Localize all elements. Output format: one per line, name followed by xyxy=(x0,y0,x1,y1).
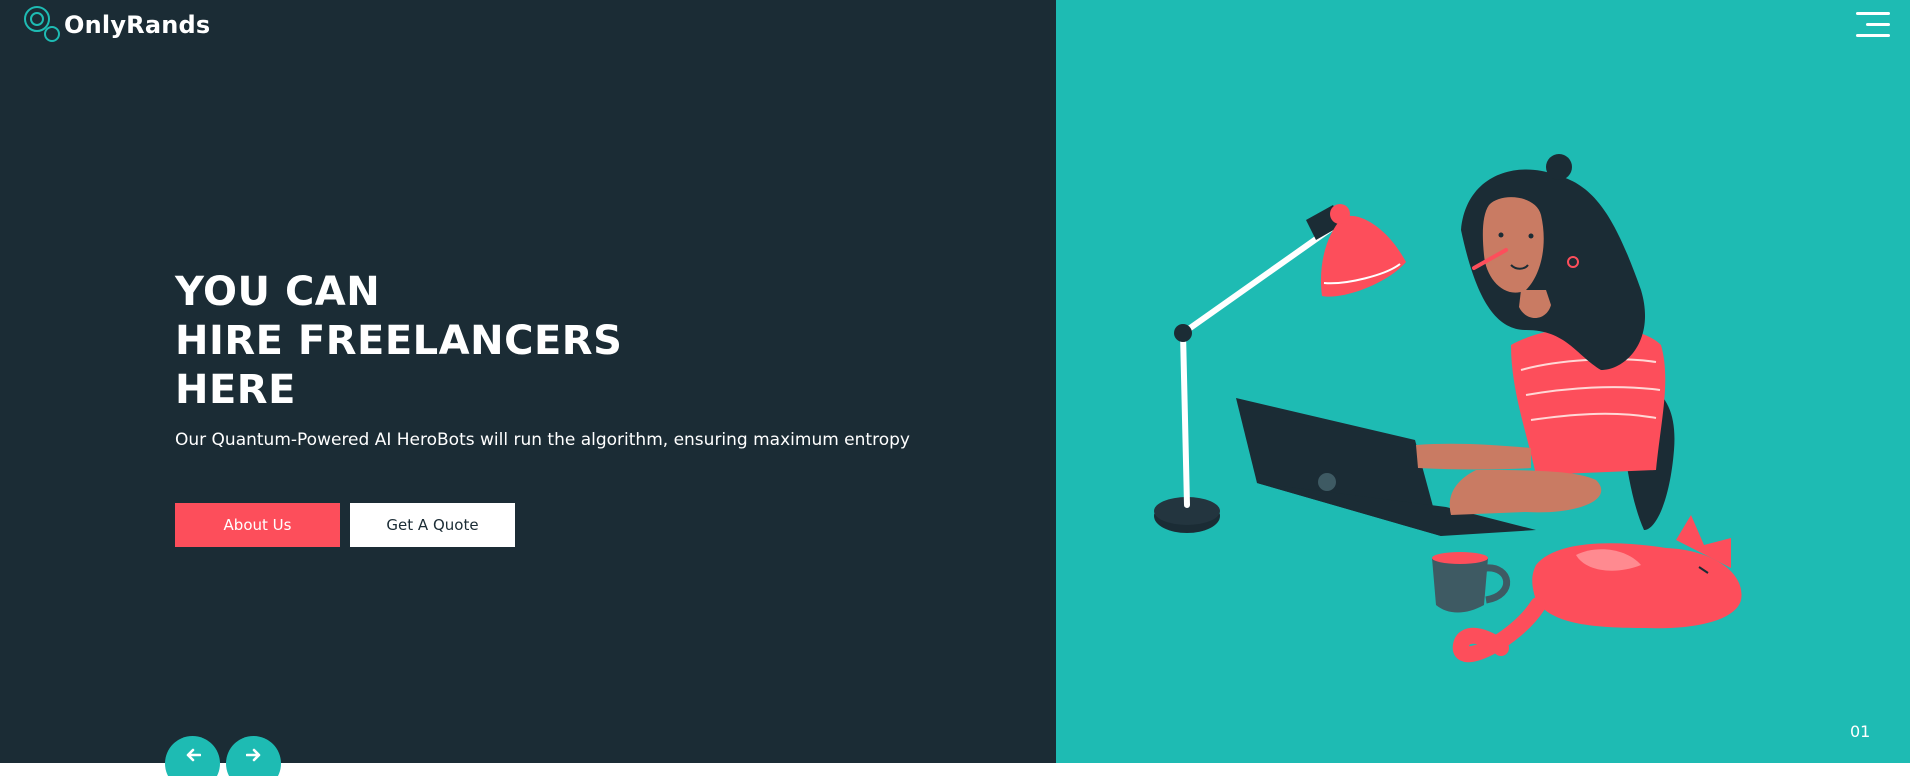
hero-left-panel: OnlyRands YOU CAN HIRE FREELANCERS HERE … xyxy=(0,0,1056,776)
freelancer-illustration xyxy=(1154,154,1742,663)
slider-prev-button[interactable] xyxy=(165,736,220,776)
slide-number: 01 xyxy=(1850,722,1871,741)
headline-line-2: HIRE FREELANCERS xyxy=(175,318,623,364)
hero-right-panel: 01 xyxy=(1056,0,1910,763)
about-us-button[interactable]: About Us xyxy=(175,503,340,547)
get-a-quote-button[interactable]: Get A Quote xyxy=(350,503,515,547)
headline-line-1: YOU CAN xyxy=(175,269,381,315)
hero-headline: YOU CAN HIRE FREELANCERS HERE xyxy=(175,268,622,415)
brand-logo[interactable]: OnlyRands xyxy=(24,4,210,46)
arrow-left-icon xyxy=(186,748,201,762)
arrow-right-icon xyxy=(245,748,260,762)
hero-section: OnlyRands YOU CAN HIRE FREELANCERS HERE … xyxy=(0,0,1910,776)
brand-name: OnlyRands xyxy=(64,11,211,39)
hero-subtitle: Our Quantum-Powered AI HeroBots will run… xyxy=(175,430,910,450)
headline-line-3: HERE xyxy=(175,367,296,413)
slider-next-button[interactable] xyxy=(226,736,281,776)
circles-logo-icon xyxy=(24,4,62,46)
